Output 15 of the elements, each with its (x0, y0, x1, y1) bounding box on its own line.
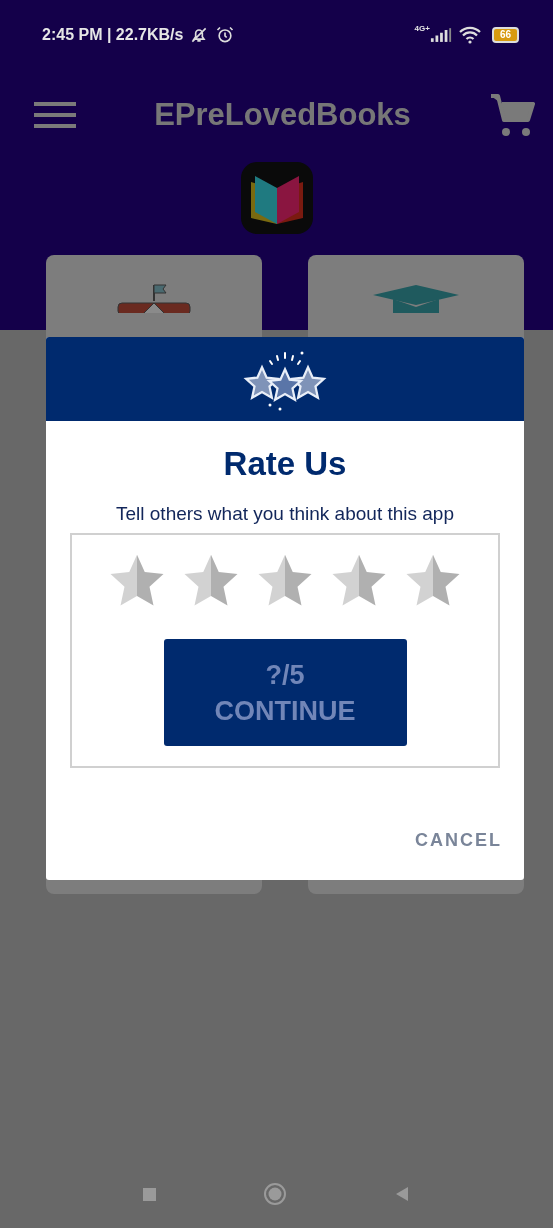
cart-icon[interactable] (489, 92, 535, 138)
cancel-button[interactable]: CANCEL (415, 826, 502, 855)
network-type: 4G+ (414, 24, 430, 33)
dialog-message: Tell others what you think about this app (116, 503, 454, 525)
alarm-icon (215, 25, 236, 45)
home-button[interactable] (263, 1182, 287, 1206)
status-time: 2:45 PM | 22.7KB/s (42, 26, 184, 44)
battery-indicator: 66 (491, 27, 519, 43)
signal-icon (429, 27, 452, 43)
app-title: EPreLovedBooks (154, 97, 411, 133)
menu-icon[interactable] (34, 101, 76, 129)
dialog-title: Rate Us (223, 445, 347, 483)
recents-button[interactable] (143, 1187, 157, 1201)
wifi-icon (457, 26, 482, 44)
school-icon (114, 283, 194, 313)
